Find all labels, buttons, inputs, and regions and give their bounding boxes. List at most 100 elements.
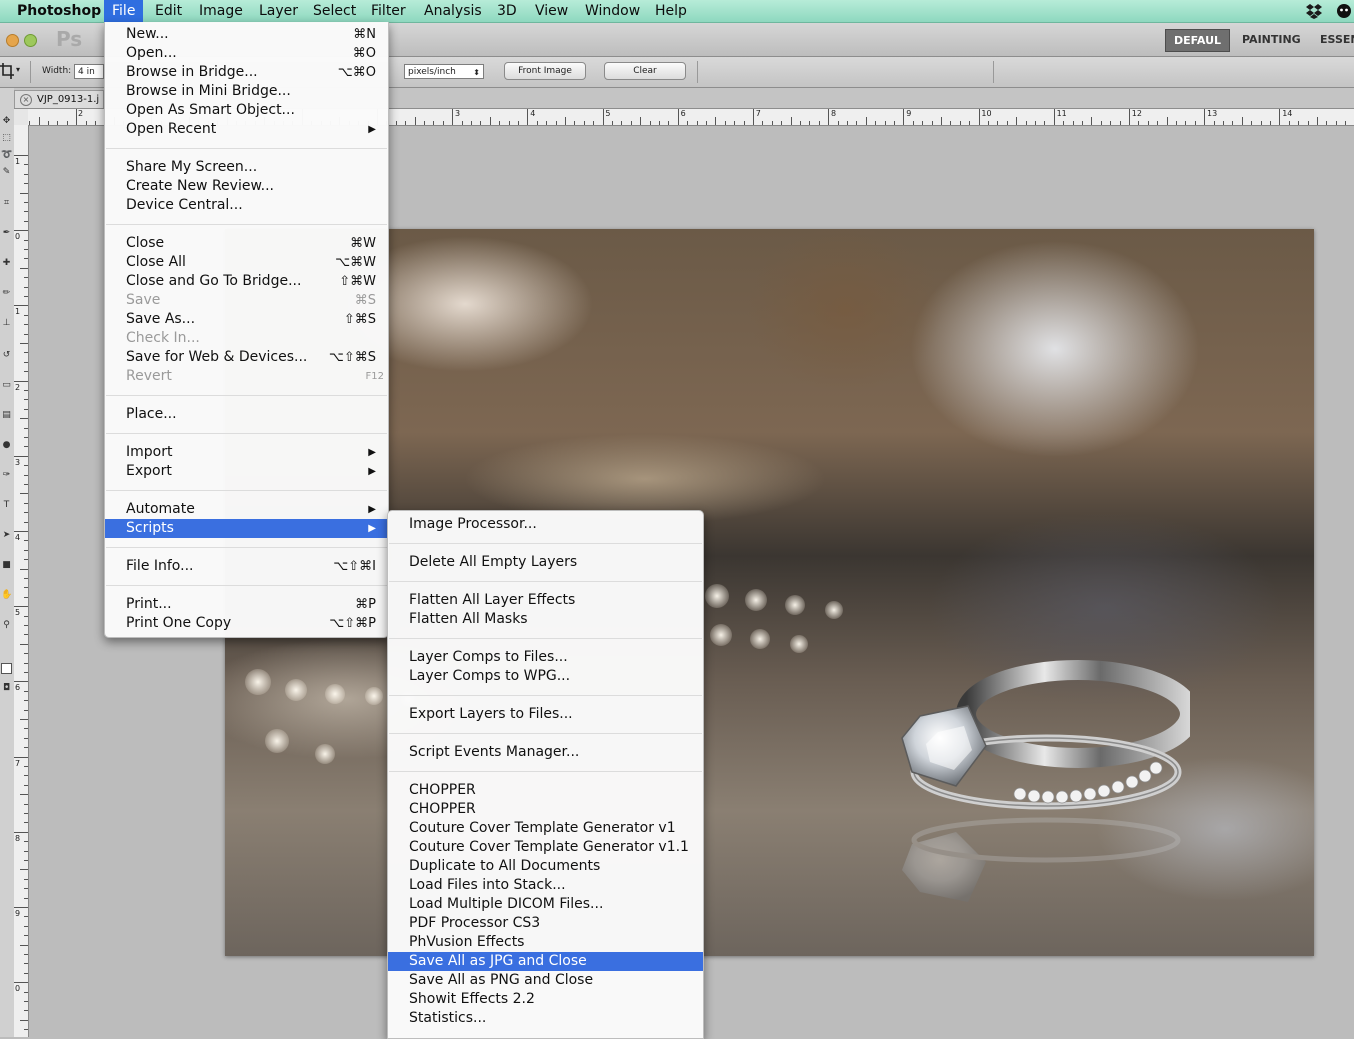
menu-item-open[interactable]: Open... ⌘O [105, 44, 388, 63]
status-tray-icon[interactable] [1336, 3, 1352, 19]
hand-tool-icon[interactable]: ✋ [1, 590, 12, 601]
document-tab[interactable]: × VJP_0913-1.j [14, 90, 104, 108]
ruler-tick [865, 117, 867, 125]
history-brush-tool-icon[interactable]: ↺ [1, 350, 12, 361]
script-couture-cover-v1-1[interactable]: Couture Cover Template Generator v1.1 [388, 838, 703, 857]
lasso-tool-icon[interactable]: ➰ [1, 150, 12, 161]
tool-preset-chevron-icon[interactable]: ▾ [16, 65, 20, 74]
menu-analysis[interactable]: Analysis [416, 0, 490, 22]
script-couture-cover-v1[interactable]: Couture Cover Template Generator v1 [388, 819, 703, 838]
marquee-tool-icon[interactable]: ⬚ [1, 133, 12, 144]
pen-tool-icon[interactable]: ✑ [1, 470, 12, 481]
script-layer-comps-to-wpg[interactable]: Layer Comps to WPG... [388, 667, 703, 686]
menu-item-close-all[interactable]: Close All ⌥⌘W [105, 253, 388, 272]
workspace-default[interactable]: DEFAUL [1165, 29, 1231, 52]
menu-item-file-info[interactable]: File Info... ⌥⇧⌘I [105, 557, 388, 576]
script-delete-all-empty-layers[interactable]: Delete All Empty Layers [388, 553, 703, 572]
menu-item-browse-in-mini-bridge[interactable]: Browse in Mini Bridge... [105, 82, 388, 101]
menu-item-device-central[interactable]: Device Central... [105, 196, 388, 215]
menu-app-photoshop[interactable]: Photoshop [9, 0, 109, 22]
script-duplicate-to-all-documents[interactable]: Duplicate to All Documents [388, 857, 703, 876]
menu-filter[interactable]: Filter [363, 0, 414, 22]
dropbox-icon[interactable] [1306, 3, 1322, 19]
menu-item-browse-in-bridge[interactable]: Browse in Bridge... ⌥⌘O [105, 63, 388, 82]
resolution-unit-select[interactable]: pixels/inch ⬍ [404, 64, 484, 79]
ruler-tick [20, 869, 28, 871]
quick-mask-icon[interactable]: ◘ [1, 683, 12, 694]
clear-button[interactable]: Clear [604, 62, 686, 80]
ruler-tick [489, 117, 491, 125]
script-events-manager[interactable]: Script Events Manager... [388, 743, 703, 762]
menu-window[interactable]: Window [577, 0, 648, 22]
script-image-processor[interactable]: Image Processor... [388, 515, 703, 534]
brush-tool-icon[interactable]: ✏ [1, 288, 12, 299]
script-save-all-as-jpg-and-close[interactable]: Save All as JPG and Close [388, 952, 703, 971]
menu-3d[interactable]: 3D [489, 0, 525, 22]
menu-item-print-one-copy[interactable]: Print One Copy ⌥⇧⌘P [105, 614, 388, 633]
menu-item-export[interactable]: Export ▶ [105, 462, 388, 481]
menu-item-print[interactable]: Print... ⌘P [105, 595, 388, 614]
window-minimize-button[interactable] [6, 34, 19, 47]
path-select-tool-icon[interactable]: ➤ [1, 530, 12, 541]
ruler-tick [24, 991, 28, 993]
dodge-tool-icon[interactable]: ● [1, 440, 12, 451]
width-field[interactable]: 4 in [74, 64, 104, 79]
crop-tool-small-icon[interactable]: ⌗ [1, 198, 12, 209]
menu-item-open-recent[interactable]: Open Recent ▶ [105, 120, 388, 139]
script-flatten-all-layer-effects[interactable]: Flatten All Layer Effects [388, 591, 703, 610]
eyedropper-tool-icon[interactable]: ✒ [1, 228, 12, 239]
menu-select[interactable]: Select [305, 0, 364, 22]
quick-select-tool-icon[interactable]: ✎ [1, 167, 12, 178]
menu-item-close-and-go-to-bridge[interactable]: Close and Go To Bridge... ⇧⌘W [105, 272, 388, 291]
script-save-all-as-png-and-close[interactable]: Save All as PNG and Close [388, 971, 703, 990]
workspace-painting[interactable]: PAINTING [1234, 29, 1309, 50]
script-chopper[interactable]: CHOPPER [388, 781, 703, 800]
menu-item-scripts[interactable]: Scripts ▶ [105, 519, 388, 538]
vertical-ruler[interactable]: 1 0 1 2 3 4 5 6 7 8 9 0 [14, 125, 29, 1037]
foreground-color-swatch[interactable] [1, 663, 12, 674]
shape-tool-icon[interactable]: ■ [1, 560, 12, 571]
crop-tool-icon[interactable] [0, 63, 14, 79]
menu-item-share-my-screen[interactable]: Share My Screen... [105, 158, 388, 177]
script-chopper-2[interactable]: CHOPPER [388, 800, 703, 819]
menu-item-open-as-smart-object[interactable]: Open As Smart Object... [105, 101, 388, 120]
menu-item-close[interactable]: Close ⌘W [105, 234, 388, 253]
menu-image[interactable]: Image [191, 0, 251, 22]
ruler-tick [405, 121, 407, 125]
script-load-files-into-stack[interactable]: Load Files into Stack... [388, 876, 703, 895]
gradient-tool-icon[interactable]: ▤ [1, 410, 12, 421]
script-phvusion-effects[interactable]: PhVusion Effects [388, 933, 703, 952]
script-flatten-all-masks[interactable]: Flatten All Masks [388, 610, 703, 629]
menu-view[interactable]: View [527, 0, 576, 22]
script-layer-comps-to-files[interactable]: Layer Comps to Files... [388, 648, 703, 667]
type-tool-icon[interactable]: T [1, 500, 12, 511]
menu-edit[interactable]: Edit [147, 0, 190, 22]
ruler-tick [1016, 117, 1018, 125]
menu-help[interactable]: Help [647, 0, 695, 22]
eraser-tool-icon[interactable]: ▭ [1, 380, 12, 391]
window-zoom-button[interactable] [24, 34, 37, 47]
workspace-essentials[interactable]: ESSEN [1312, 29, 1354, 50]
menu-layer[interactable]: Layer [251, 0, 306, 22]
script-pdf-processor[interactable]: PDF Processor CS3 [388, 914, 703, 933]
ruler-origin[interactable] [14, 109, 29, 126]
ruler-tick [649, 121, 651, 125]
menu-item-automate[interactable]: Automate ▶ [105, 500, 388, 519]
zoom-tool-icon[interactable]: ⚲ [1, 620, 12, 631]
script-statistics[interactable]: Statistics... [388, 1009, 703, 1028]
front-image-button[interactable]: Front Image [504, 62, 586, 80]
close-tab-icon[interactable]: × [20, 94, 32, 106]
stamp-tool-icon[interactable]: ⊥ [1, 318, 12, 329]
move-tool-icon[interactable]: ✥ [1, 116, 12, 127]
script-load-multiple-dicom[interactable]: Load Multiple DICOM Files... [388, 895, 703, 914]
script-export-layers-to-files[interactable]: Export Layers to Files... [388, 705, 703, 724]
menu-item-new[interactable]: New... ⌘N [105, 25, 388, 44]
healing-tool-icon[interactable]: ✚ [1, 258, 12, 269]
menu-item-place[interactable]: Place... [105, 405, 388, 424]
menu-item-save-as[interactable]: Save As... ⇧⌘S [105, 310, 388, 329]
menu-item-import[interactable]: Import ▶ [105, 443, 388, 462]
menu-file[interactable]: File [104, 0, 144, 22]
menu-item-save-for-web[interactable]: Save for Web & Devices... ⌥⇧⌘S [105, 348, 388, 367]
script-showit-effects[interactable]: Showit Effects 2.2 [388, 990, 703, 1009]
menu-item-create-new-review[interactable]: Create New Review... [105, 177, 388, 196]
